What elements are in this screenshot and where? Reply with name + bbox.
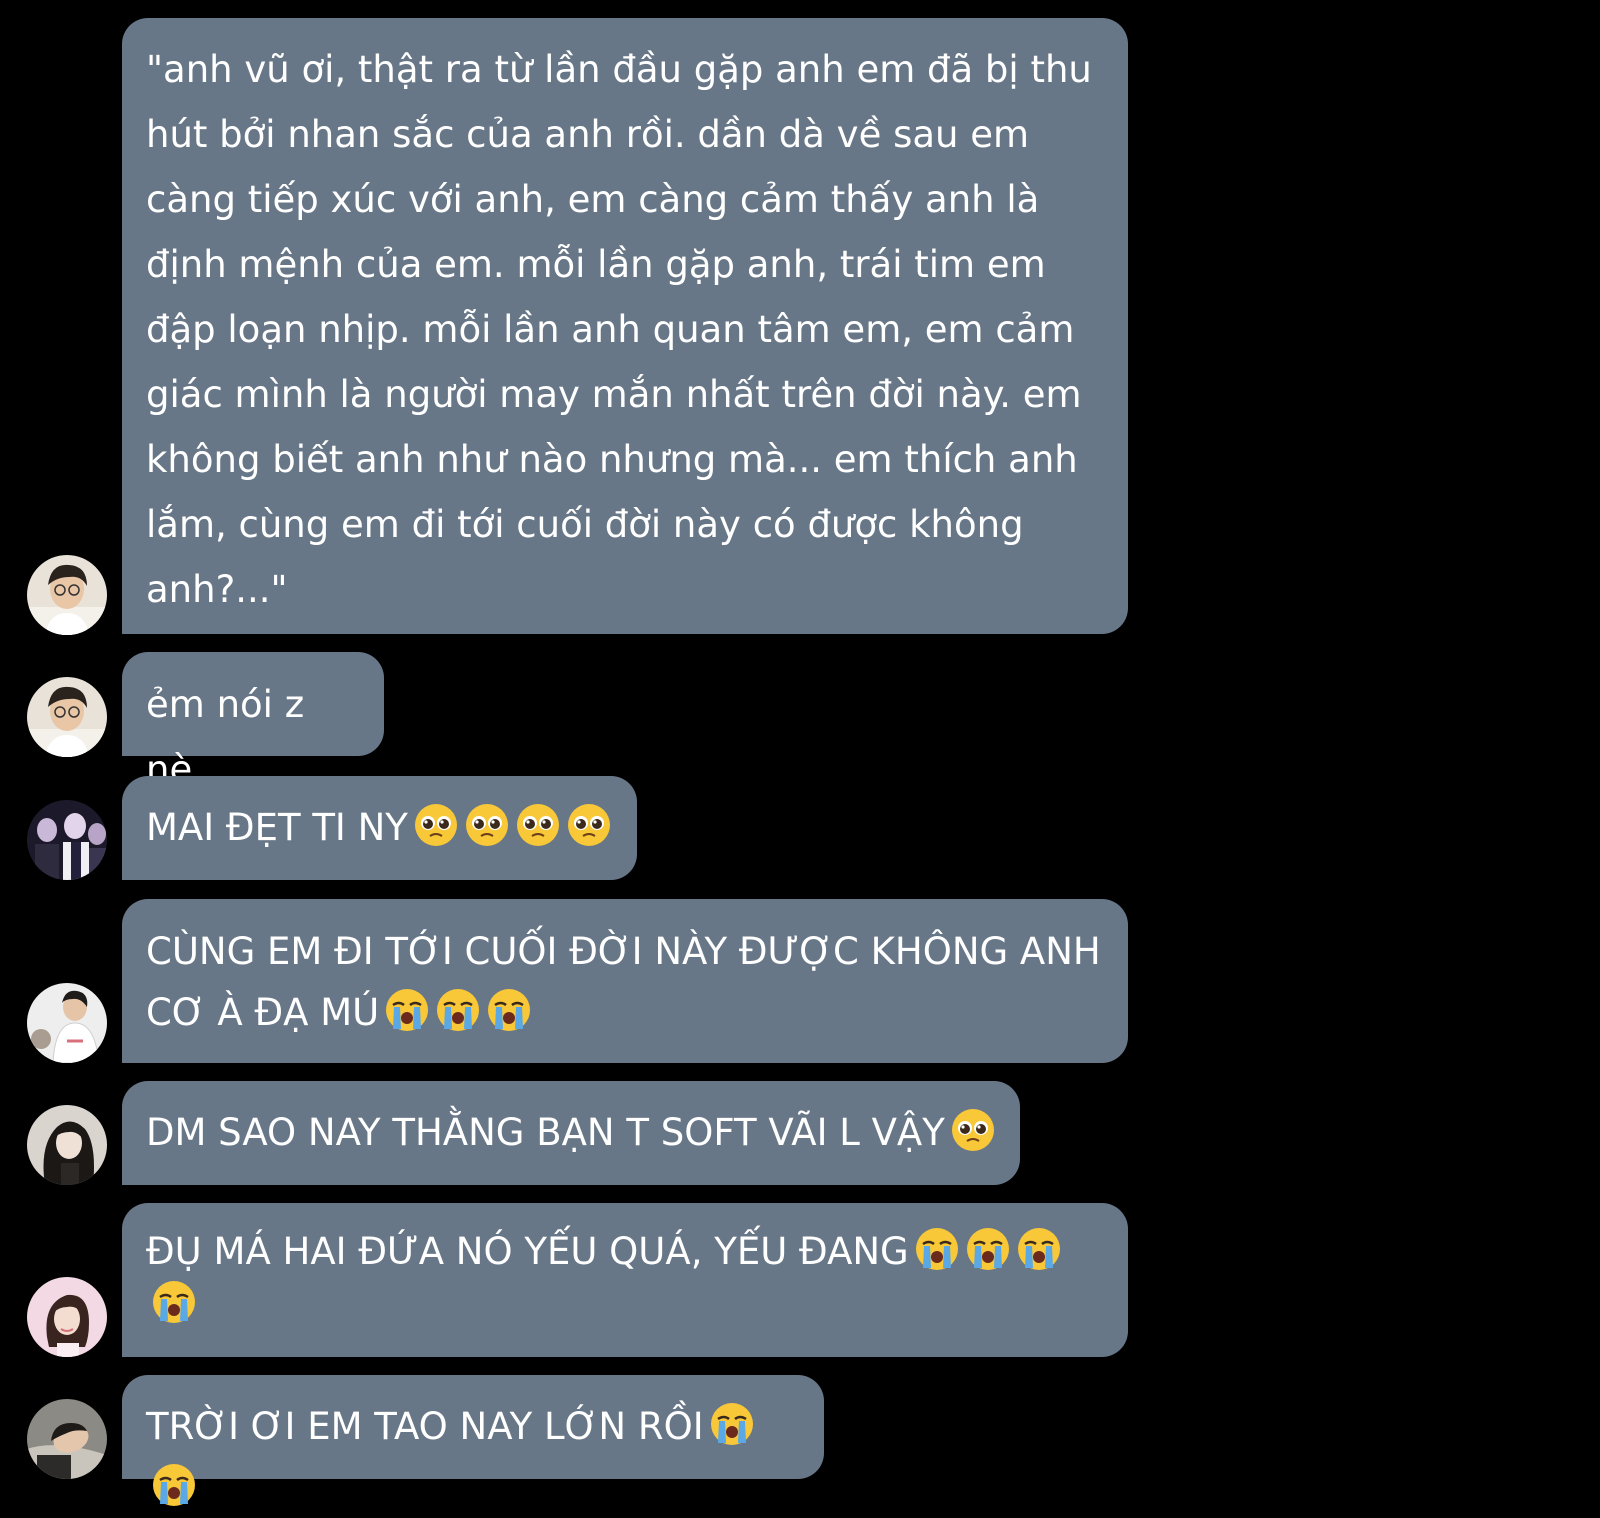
avatar-group-stage-icon[interactable] [27,800,107,880]
loudly-crying-face-emoji [151,1462,197,1508]
message-text: MAI ĐẸT TI NY [146,806,408,849]
loudly-crying-face-emoji [1016,1226,1062,1272]
message-row: ẻm nói z nè [0,652,1600,791]
loudly-crying-face-emoji [914,1226,960,1272]
message-bubble[interactable]: ĐỤ MÁ HAI ĐỨA NÓ YẾU QUÁ, YẾU ĐANG [122,1203,1128,1357]
message-text: CÙNG EM ĐI TỚI CUỐI ĐỜI NÀY ĐƯỢC KHÔNG A… [146,930,1113,1034]
loudly-crying-face-emoji [384,987,430,1033]
message-bubble[interactable]: CÙNG EM ĐI TỚI CUỐI ĐỜI NÀY ĐƯỢC KHÔNG A… [122,899,1128,1063]
message-row: DM SAO NAY THẰNG BẠN T SOFT VÃI L VẬY [0,1081,1600,1185]
pleading-face-emoji [566,802,612,848]
avatar-dark-hair-girl-icon[interactable] [27,1105,107,1185]
message-row: MAI ĐẸT TI NY [0,776,1600,880]
pleading-face-emoji [413,802,459,848]
pleading-face-emoji [950,1107,996,1153]
message-bubble[interactable]: MAI ĐẸT TI NY [122,776,637,880]
avatar-boy-glasses-icon[interactable] [27,677,107,757]
message-row: ĐỤ MÁ HAI ĐỨA NÓ YẾU QUÁ, YẾU ĐANG [0,1203,1600,1357]
message-text: "anh vũ ơi, thật ra từ lần đầu gặp anh e… [146,48,1104,611]
loudly-crying-face-emoji [151,1279,197,1325]
loudly-crying-face-emoji [486,987,532,1033]
pleading-face-emoji [515,802,561,848]
message-text: ĐỤ MÁ HAI ĐỨA NÓ YẾU QUÁ, YẾU ĐANG [146,1230,909,1273]
message-bubble[interactable]: TRỜI ƠI EM TAO NAY LỚN RỒI [122,1375,824,1506]
message-row: CÙNG EM ĐI TỚI CUỐI ĐỜI NÀY ĐƯỢC KHÔNG A… [0,899,1600,1063]
pleading-face-emoji [464,802,510,848]
avatar-boy-glasses-icon[interactable] [27,555,107,635]
message-row: TRỜI ƠI EM TAO NAY LỚN RỒI [0,1375,1600,1506]
avatar-sleeping-boy-icon[interactable] [27,1399,107,1479]
loudly-crying-face-emoji [435,987,481,1033]
loudly-crying-face-emoji [709,1401,755,1447]
avatar-pink-portrait-icon[interactable] [27,1277,107,1357]
message-text: ẻm nói z nè [146,683,316,791]
message-bubble[interactable]: ẻm nói z nè [122,652,384,791]
message-bubble[interactable]: "anh vũ ơi, thật ra từ lần đầu gặp anh e… [122,18,1128,634]
chat-message-list: "anh vũ ơi, thật ra từ lần đầu gặp anh e… [0,0,1600,1514]
avatar-boy-white-shirt-icon[interactable] [27,983,107,1063]
message-bubble[interactable]: DM SAO NAY THẰNG BẠN T SOFT VÃI L VẬY [122,1081,1020,1185]
message-row: "anh vũ ơi, thật ra từ lần đầu gặp anh e… [0,18,1600,635]
loudly-crying-face-emoji [965,1226,1011,1272]
message-text: DM SAO NAY THẰNG BẠN T SOFT VÃI L VẬY [146,1111,945,1154]
message-text: TRỜI ƠI EM TAO NAY LỚN RỒI [146,1405,704,1448]
